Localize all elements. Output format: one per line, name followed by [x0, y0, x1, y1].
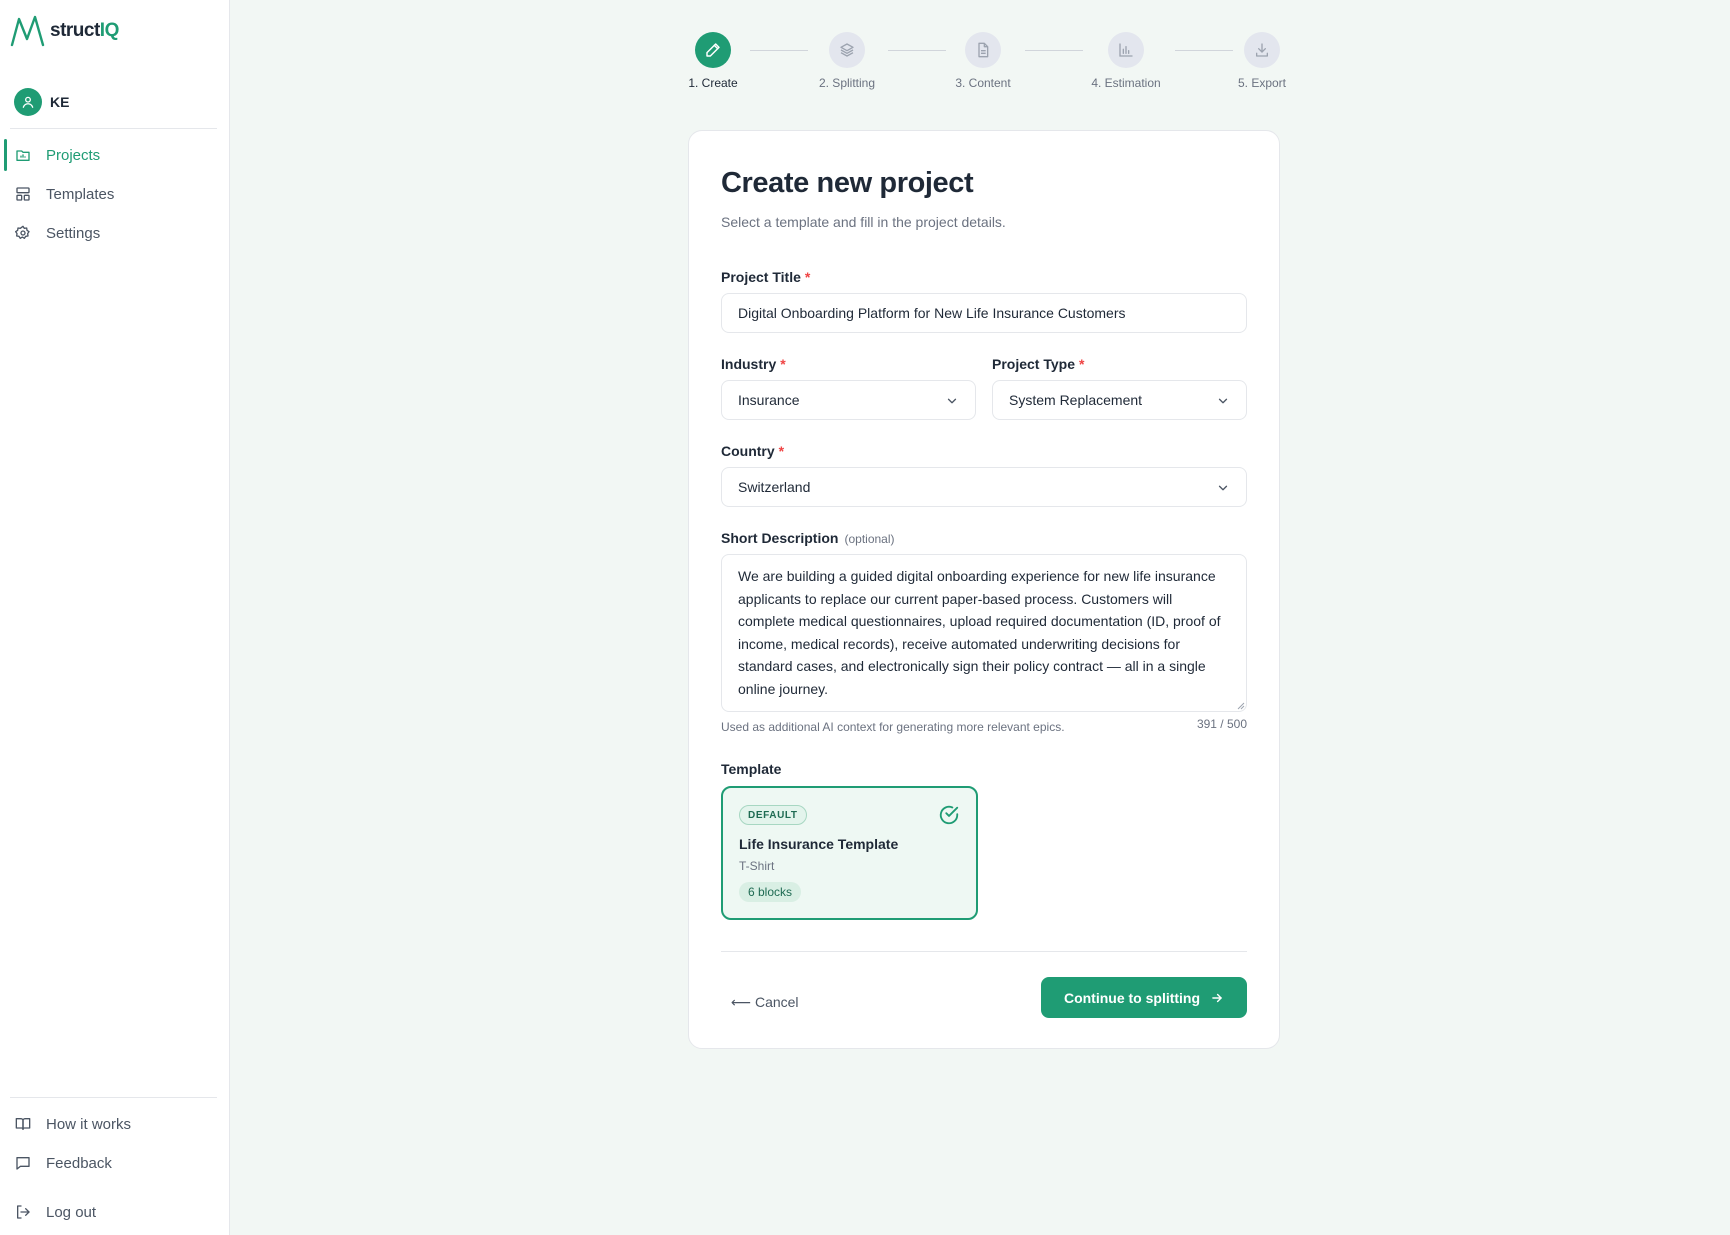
sidebar-item-feedback[interactable]: Feedback [4, 1145, 218, 1181]
sidebar-item-label: Templates [46, 185, 115, 203]
industry-label: Industry * [721, 356, 786, 372]
download-icon [1244, 32, 1280, 68]
sidebar-item-settings[interactable]: Settings [4, 215, 218, 251]
sidebar: structIQ KE Projects Templates Settings [0, 0, 230, 1235]
folder-chart-icon [14, 146, 32, 164]
resize-handle-icon[interactable] [1237, 702, 1245, 710]
layout-icon [14, 185, 32, 203]
create-project-card: Create new project Select a template and… [688, 130, 1280, 1049]
user-profile[interactable]: KE [14, 88, 69, 116]
default-badge: DEFAULT [739, 805, 807, 825]
sidebar-divider [10, 1097, 217, 1098]
page-subtitle: Select a template and fill in the projec… [721, 214, 1006, 230]
country-label: Country * [721, 443, 785, 459]
country-select[interactable]: Switzerland [721, 467, 1247, 507]
step-connector [1025, 50, 1083, 51]
sidebar-item-label: Log out [46, 1203, 97, 1221]
progress-stepper: 1. Create 2. Splitting 3. Content 4. Est… [660, 32, 1310, 102]
sidebar-item-projects[interactable]: Projects [4, 137, 218, 173]
card-divider [721, 951, 1247, 952]
optional-note: (optional) [844, 532, 895, 546]
continue-button[interactable]: Continue to splitting [1041, 977, 1247, 1018]
app-name: structIQ [50, 20, 119, 41]
chevron-down-icon [947, 398, 957, 404]
project-type-label: Project Type * [992, 356, 1085, 372]
required-mark: * [780, 356, 786, 372]
book-icon [14, 1115, 32, 1133]
template-card-life-insurance[interactable]: DEFAULT Life Insurance Template T-Shirt … [721, 786, 978, 920]
project-type-select[interactable]: System Replacement [992, 380, 1247, 420]
sidebar-item-log-out[interactable]: Log out [4, 1194, 218, 1230]
project-type-value: System Replacement [1009, 392, 1143, 408]
chevron-down-icon [1218, 398, 1228, 404]
layers-icon [829, 32, 865, 68]
template-size: T-Shirt [739, 859, 775, 873]
log-out-icon [14, 1203, 32, 1221]
sidebar-item-label: Feedback [46, 1154, 112, 1172]
step-label: 1. Create [688, 76, 738, 90]
user-icon [22, 96, 34, 108]
project-title-input[interactable]: Digital Onboarding Platform for New Life… [721, 293, 1247, 333]
required-mark: * [778, 443, 785, 459]
description-textarea[interactable]: We are building a guided digital onboard… [721, 554, 1247, 712]
gear-icon [14, 224, 32, 242]
sidebar-item-label: Settings [46, 224, 101, 242]
template-label: Template [721, 761, 782, 777]
country-value: Switzerland [738, 479, 811, 495]
step-splitting[interactable]: 2. Splitting [797, 32, 897, 90]
step-content[interactable]: 3. Content [933, 32, 1033, 90]
page-title: Create new project [721, 167, 974, 199]
step-label: 2. Splitting [818, 76, 876, 90]
description-hint: Used as additional AI context for genera… [721, 720, 1065, 734]
template-blocks-badge: 6 blocks [739, 882, 802, 902]
sidebar-item-label: Projects [46, 146, 101, 164]
sidebar-divider [10, 128, 217, 129]
description-label: Short Description (optional) [721, 530, 895, 546]
character-counter: 391 / 500 [1196, 717, 1247, 731]
pencil-icon [695, 32, 731, 68]
industry-select[interactable]: Insurance [721, 380, 976, 420]
document-icon [965, 32, 1001, 68]
sidebar-item-templates[interactable]: Templates [4, 176, 218, 212]
sidebar-item-how-it-works[interactable]: How it works [4, 1106, 218, 1142]
project-title-label: Project Title * [721, 269, 811, 285]
step-estimation[interactable]: 4. Estimation [1076, 32, 1176, 90]
step-label: 5. Export [1237, 76, 1287, 90]
required-mark: * [804, 269, 811, 285]
step-label: 3. Content [955, 76, 1011, 90]
avatar [14, 88, 42, 116]
arrow-right-icon [1212, 993, 1222, 1002]
required-mark: * [1079, 356, 1085, 372]
chevron-down-icon [1218, 485, 1228, 491]
cancel-button[interactable]: ⟵ Cancel [731, 987, 799, 1017]
sidebar-item-label: How it works [46, 1115, 132, 1133]
message-square-icon [14, 1154, 32, 1172]
logo-mark-icon [10, 15, 45, 47]
industry-value: Insurance [738, 392, 800, 408]
step-export[interactable]: 5. Export [1212, 32, 1312, 90]
continue-button-label: Continue to splitting [1063, 989, 1201, 1006]
user-initials: KE [50, 94, 70, 110]
app-logo[interactable]: structIQ [10, 14, 119, 48]
step-create[interactable]: 1. Create [663, 32, 763, 90]
bar-chart-icon [1108, 32, 1144, 68]
step-label: 4. Estimation [1091, 76, 1161, 90]
template-name: Life Insurance Template [739, 836, 899, 852]
check-circle-icon [939, 805, 959, 825]
